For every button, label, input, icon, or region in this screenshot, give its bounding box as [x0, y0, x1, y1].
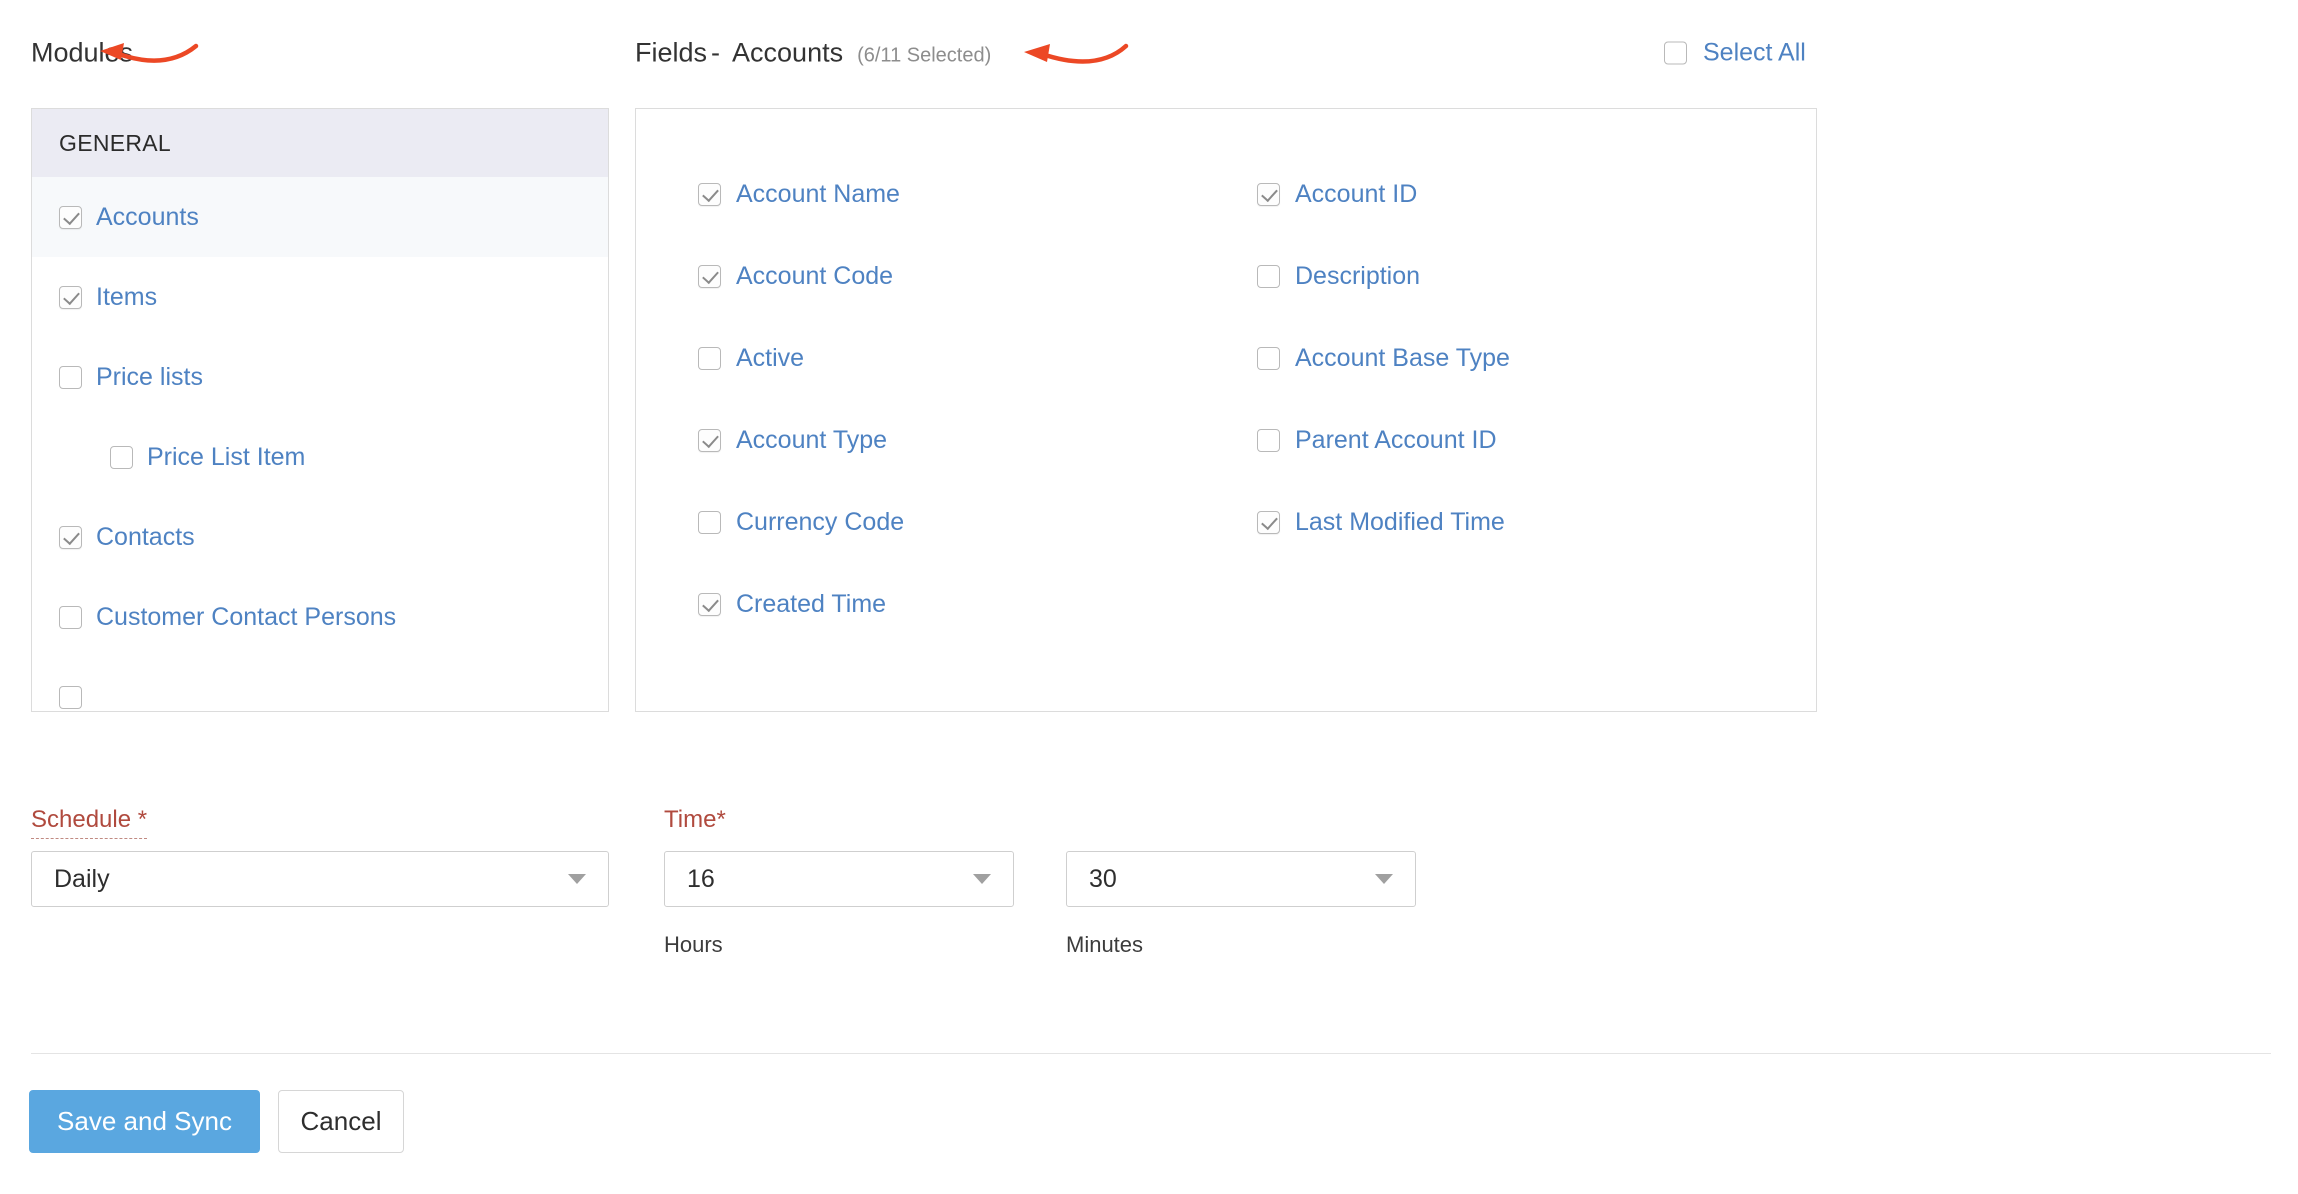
field-checkbox-account-name[interactable]: [698, 182, 721, 206]
hours-select[interactable]: 16: [664, 851, 1014, 907]
fields-grid: Account Name Account Code Active Account…: [698, 153, 1816, 645]
schedule-select[interactable]: Daily: [31, 851, 609, 907]
field-checkbox-parent-account-id[interactable]: [1257, 428, 1280, 452]
chevron-down-icon: [568, 874, 586, 884]
module-label: Accounts: [96, 202, 199, 231]
chevron-down-icon: [973, 874, 991, 884]
schedule-select-value: Daily: [54, 864, 110, 893]
module-row-items[interactable]: Items: [32, 257, 608, 337]
module-row-clipped[interactable]: [32, 657, 608, 711]
field-label: Description: [1295, 261, 1421, 290]
field-row-account-id[interactable]: Account ID: [1257, 153, 1816, 235]
module-row-price-list-item[interactable]: Price List Item: [32, 417, 608, 497]
fields-heading-separator: -: [711, 37, 721, 68]
module-row-accounts[interactable]: Accounts: [32, 177, 608, 257]
schedule-label: Schedule *: [31, 806, 148, 839]
field-label: Active: [736, 343, 805, 372]
field-label: Account Base Type: [1295, 343, 1510, 372]
field-row-parent-account-id[interactable]: Parent Account ID: [1257, 399, 1816, 481]
field-row-account-type[interactable]: Account Type: [698, 399, 1257, 481]
chevron-down-icon: [1375, 874, 1393, 884]
field-label: Account Name: [736, 179, 900, 208]
modules-heading: Modules: [31, 37, 134, 68]
field-label: Currency Code: [736, 507, 905, 536]
module-checkbox-accounts[interactable]: [59, 205, 82, 229]
field-label: Parent Account ID: [1295, 425, 1497, 454]
hours-select-value: 16: [687, 864, 715, 893]
field-checkbox-description[interactable]: [1257, 264, 1280, 288]
module-label: Customer Contact Persons: [96, 602, 397, 631]
field-checkbox-account-code[interactable]: [698, 264, 721, 288]
hours-sub-label: Hours: [664, 932, 723, 957]
fields-panel[interactable]: Account Name Account Code Active Account…: [635, 108, 1817, 712]
minutes-select-value: 30: [1089, 864, 1117, 893]
minutes-sub-label: Minutes: [1066, 932, 1144, 957]
select-all-checkbox[interactable]: [1664, 41, 1687, 65]
cancel-button[interactable]: Cancel: [278, 1090, 404, 1153]
module-label: Contacts: [96, 522, 195, 551]
field-checkbox-currency-code[interactable]: [698, 510, 721, 534]
modules-panel[interactable]: GENERAL Accounts Items Price lists Price…: [31, 108, 609, 712]
module-row-price-lists[interactable]: Price lists: [32, 337, 608, 417]
module-label: Price lists: [96, 362, 203, 391]
fields-column-right: Account ID Description Account Base Type…: [1257, 153, 1816, 645]
save-and-sync-button[interactable]: Save and Sync: [29, 1090, 260, 1153]
field-label: Last Modified Time: [1295, 507, 1505, 536]
field-row-account-base-type[interactable]: Account Base Type: [1257, 317, 1816, 399]
field-checkbox-account-base-type[interactable]: [1257, 346, 1280, 370]
modules-group-header: GENERAL: [32, 109, 608, 177]
field-row-created-time[interactable]: Created Time: [698, 563, 1257, 645]
module-checkbox-customer-contact-persons[interactable]: [59, 605, 82, 629]
time-label: Time*: [664, 806, 726, 833]
module-checkbox-price-list-item[interactable]: [110, 445, 133, 469]
footer-divider: [31, 1053, 2271, 1054]
fields-column-left: Account Name Account Code Active Account…: [698, 153, 1257, 645]
field-row-currency-code[interactable]: Currency Code: [698, 481, 1257, 563]
field-row-account-code[interactable]: Account Code: [698, 235, 1257, 317]
field-checkbox-account-id[interactable]: [1257, 182, 1280, 206]
module-row-customer-contact-persons[interactable]: Customer Contact Persons: [32, 577, 608, 657]
fields-pointer-arrow: [1024, 43, 1129, 64]
field-row-active[interactable]: Active: [698, 317, 1257, 399]
module-checkbox-items[interactable]: [59, 285, 82, 309]
select-all-control[interactable]: Select All: [1664, 39, 1806, 68]
fields-heading: Fields - Accounts (6/11 Selected): [635, 38, 991, 69]
field-label: Created Time: [736, 589, 887, 618]
field-checkbox-last-modified-time[interactable]: [1257, 510, 1280, 534]
select-all-label: Select All: [1703, 38, 1806, 67]
fields-heading-text: Fields: [635, 37, 708, 68]
field-checkbox-account-type[interactable]: [698, 428, 721, 452]
field-label: Account ID: [1295, 179, 1418, 208]
field-row-account-name[interactable]: Account Name: [698, 153, 1257, 235]
module-label: Price List Item: [147, 442, 306, 471]
field-checkbox-active[interactable]: [698, 346, 721, 370]
module-row-contacts[interactable]: Contacts: [32, 497, 608, 577]
minutes-select[interactable]: 30: [1066, 851, 1416, 907]
module-checkbox-contacts[interactable]: [59, 525, 82, 549]
field-row-description[interactable]: Description: [1257, 235, 1816, 317]
module-label: Items: [96, 282, 158, 311]
field-row-last-modified-time[interactable]: Last Modified Time: [1257, 481, 1816, 563]
field-label: Account Type: [736, 425, 888, 454]
fields-selected-count: (6/11 Selected): [857, 44, 992, 67]
module-checkbox-price-lists[interactable]: [59, 365, 82, 389]
field-checkbox-created-time[interactable]: [698, 592, 721, 616]
module-checkbox-clipped[interactable]: [59, 685, 82, 709]
fields-module-name: Accounts: [732, 37, 844, 68]
field-label: Account Code: [736, 261, 894, 290]
